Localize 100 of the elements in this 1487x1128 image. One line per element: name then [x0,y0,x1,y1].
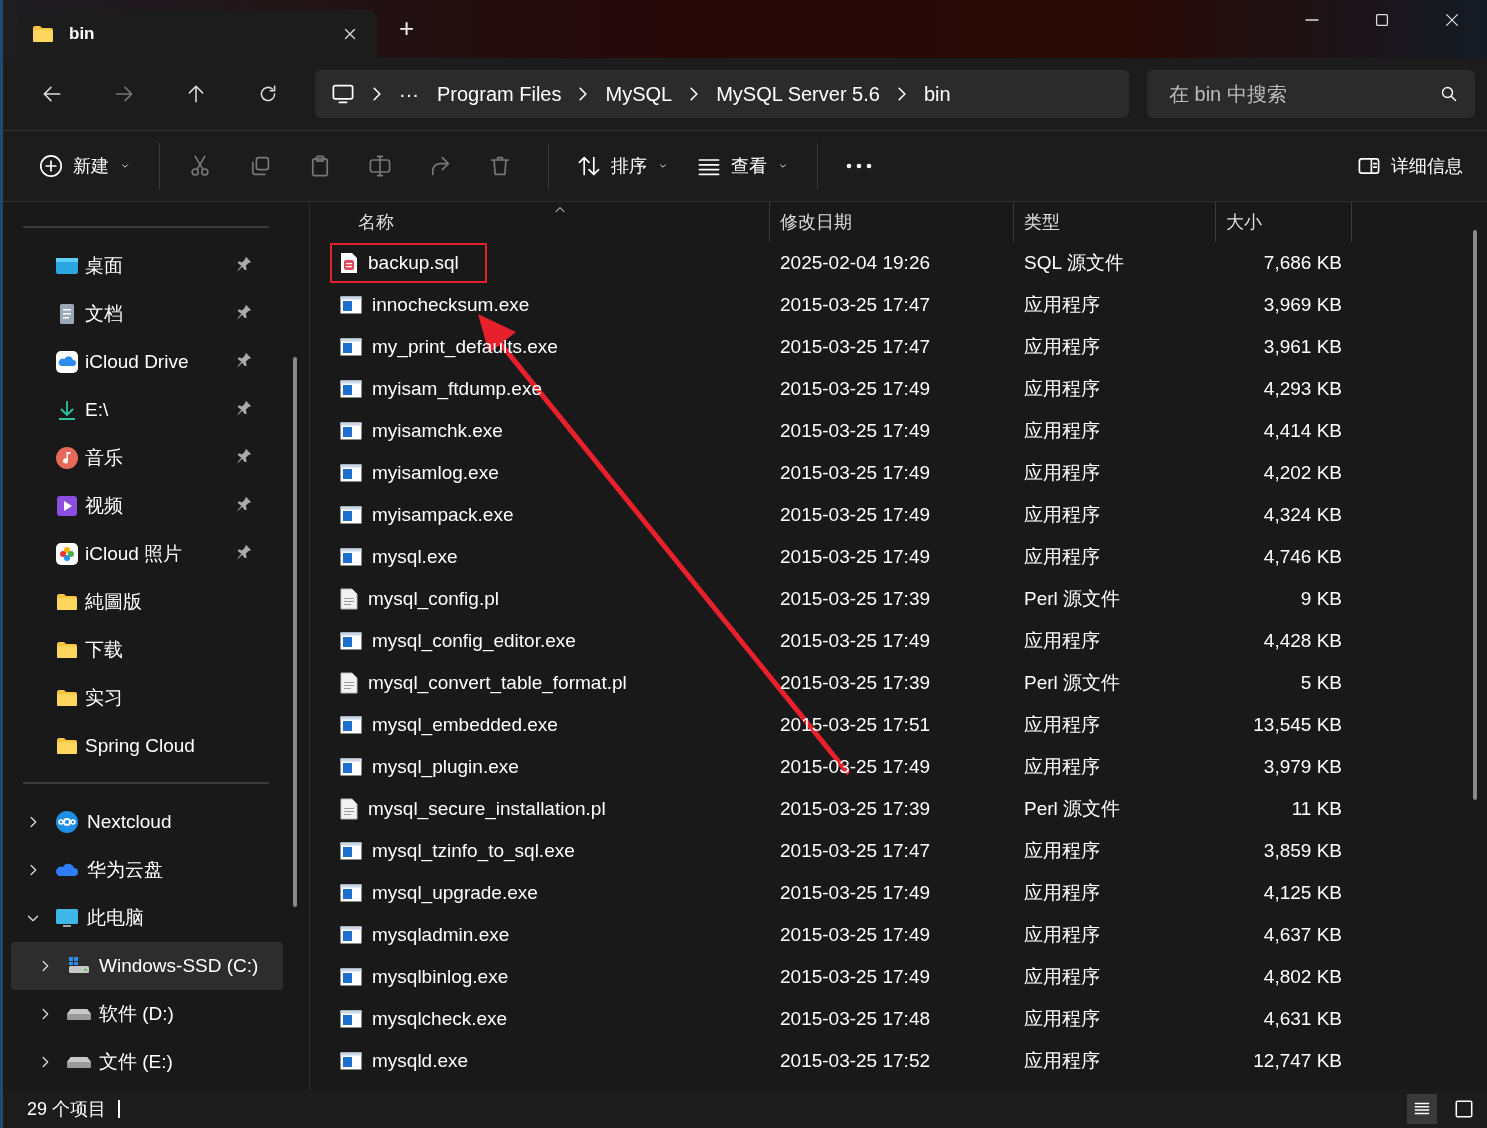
file-name[interactable]: mysqladmin.exe [372,924,510,946]
view-button[interactable]: 查看 [687,146,799,186]
type-cell-text: 应用程序 [1023,335,1101,359]
size-cell-text: 13,545 KB [1252,714,1343,736]
sidebar-item[interactable]: iCloud 照片 [3,530,283,578]
tree-item[interactable]: Windows-SSD (C:) [11,942,283,990]
file-name[interactable]: mysqlbinlog.exe [372,966,509,988]
more-icon [846,163,872,169]
sidebar-item[interactable]: Spring Cloud [3,722,283,770]
plus-icon [39,154,63,178]
file-name[interactable]: mysqlcheck.exe [372,1008,508,1030]
size-cell-text: 4,428 KB [1262,630,1343,652]
new-button[interactable]: 新建 [29,146,141,186]
tree-item[interactable]: Nextcloud [11,798,283,846]
size-cell-text: 4,324 KB [1262,504,1343,526]
application-icon [340,506,362,524]
file-name[interactable]: mysql_upgrade.exe [372,882,538,904]
file-name[interactable]: mysql.exe [372,546,458,568]
chevron-icon [373,87,381,101]
chevron-icon [897,87,906,101]
sidebar-item[interactable]: 文档 [3,290,283,338]
application-icon [340,464,362,482]
sidebar-item[interactable]: E:\ [3,386,283,434]
date-cell-text: 2015-03-25 17:49 [779,966,931,988]
size-cell-text: 7,686 KB [1262,252,1343,274]
breadcrumb[interactable]: MySQL Server 5.6 [716,82,880,106]
column-header[interactable]: 名称 [330,202,770,242]
tree-item[interactable]: 华为云盘 [11,846,283,894]
size-cell-text: 3,969 KB [1262,294,1343,316]
item-count: 29 个项目 [27,1098,107,1121]
pin-icon [235,494,253,513]
type-cell-text: 应用程序 [1023,545,1101,569]
column-header[interactable]: 类型 [1014,202,1216,242]
details-button[interactable]: 详细信息 [1347,146,1473,186]
file-name[interactable]: mysql_convert_table_format.pl [368,672,627,694]
file-name[interactable]: mysql_secure_installation.pl [368,798,606,820]
file-name[interactable]: myisampack.exe [372,504,514,526]
tree-item[interactable]: 软件 (D:) [11,990,283,1038]
breadcrumb[interactable]: bin [923,82,951,106]
application-icon [340,422,362,440]
tree-item[interactable]: 文件 (E:) [11,1038,283,1086]
file-name[interactable]: myisamchk.exe [372,420,503,442]
sidebar-item[interactable]: 音乐 [3,434,283,482]
file-name[interactable]: mysqld.exe [372,1050,469,1072]
column-header[interactable]: 大小 [1216,202,1352,242]
search-field[interactable]: 在 bin 中搜索 [1147,70,1475,118]
new-tab-button[interactable]: + [393,7,421,50]
tree-item[interactable]: 此电脑 [11,894,283,942]
breadcrumb[interactable]: MySQL [605,82,673,106]
type-cell-text: 应用程序 [1023,419,1101,443]
column-header[interactable]: 修改日期 [770,202,1014,242]
text-file-icon [340,672,358,694]
video-icon [55,494,79,518]
file-name[interactable]: mysql_config_editor.exe [372,630,576,652]
drive-icon [67,1008,91,1020]
tab-title: bin [69,24,96,44]
chevron-icon [579,87,588,101]
application-icon [340,884,362,902]
file-name[interactable]: mysql_config.pl [368,588,499,610]
sidebar-item[interactable]: 实习 [3,674,283,722]
date-cell-text: 2015-03-25 17:52 [779,1050,931,1072]
minimize-icon [1304,19,1320,21]
date-cell-text: 2015-03-25 17:47 [779,840,931,862]
details-view-button[interactable] [1407,1094,1437,1124]
address-bar[interactable]: ··· Program Files MySQL MySQL Server 5.6 bin [315,70,1129,118]
date-cell-text: 2015-03-25 17:49 [779,378,931,400]
scrollbar[interactable] [1473,230,1477,800]
sidebar-item[interactable]: 桌面 [3,242,283,290]
file-name[interactable]: myisamlog.exe [372,462,499,484]
type-cell-text: 应用程序 [1023,461,1101,485]
type-cell-text: 应用程序 [1023,1007,1101,1031]
size-cell-text: 12,747 KB [1252,1050,1343,1072]
file-name[interactable]: mysql_plugin.exe [372,756,519,778]
file-name[interactable]: mysql_tzinfo_to_sql.exe [372,840,575,862]
file-name[interactable]: backup.sql [368,252,459,274]
type-cell-text: 应用程序 [1023,377,1101,401]
size-cell-text: 4,293 KB [1262,378,1343,400]
size-cell-text: 4,631 KB [1262,1008,1343,1030]
sidebar-item[interactable]: 純圖版 [3,578,283,626]
date-cell-text: 2015-03-25 17:48 [779,1008,931,1030]
type-cell-text: 应用程序 [1023,755,1101,779]
type-cell-text: Perl 源文件 [1023,797,1122,821]
scrollbar[interactable] [293,357,297,907]
sql-file-icon [340,252,358,274]
type-cell-text: Perl 源文件 [1023,587,1122,611]
type-cell-text: 应用程序 [1023,881,1101,905]
sort-button[interactable]: 排序 [567,146,679,186]
tab[interactable]: bin [19,10,377,58]
date-cell-text: 2015-03-25 17:47 [779,336,931,358]
application-icon [340,338,362,356]
monitor-icon [331,82,355,106]
breadcrumb[interactable]: Program Files [437,82,562,106]
application-icon [340,716,362,734]
sidebar-item[interactable]: 视频 [3,482,283,530]
file-name[interactable]: innochecksum.exe [372,294,530,316]
file-name[interactable]: mysql_embedded.exe [372,714,558,736]
size-cell-text: 4,637 KB [1262,924,1343,946]
overflow-button[interactable]: ··· [399,82,419,106]
sidebar-item[interactable]: iCloud Drive [3,338,283,386]
sidebar-item[interactable]: 下载 [3,626,283,674]
